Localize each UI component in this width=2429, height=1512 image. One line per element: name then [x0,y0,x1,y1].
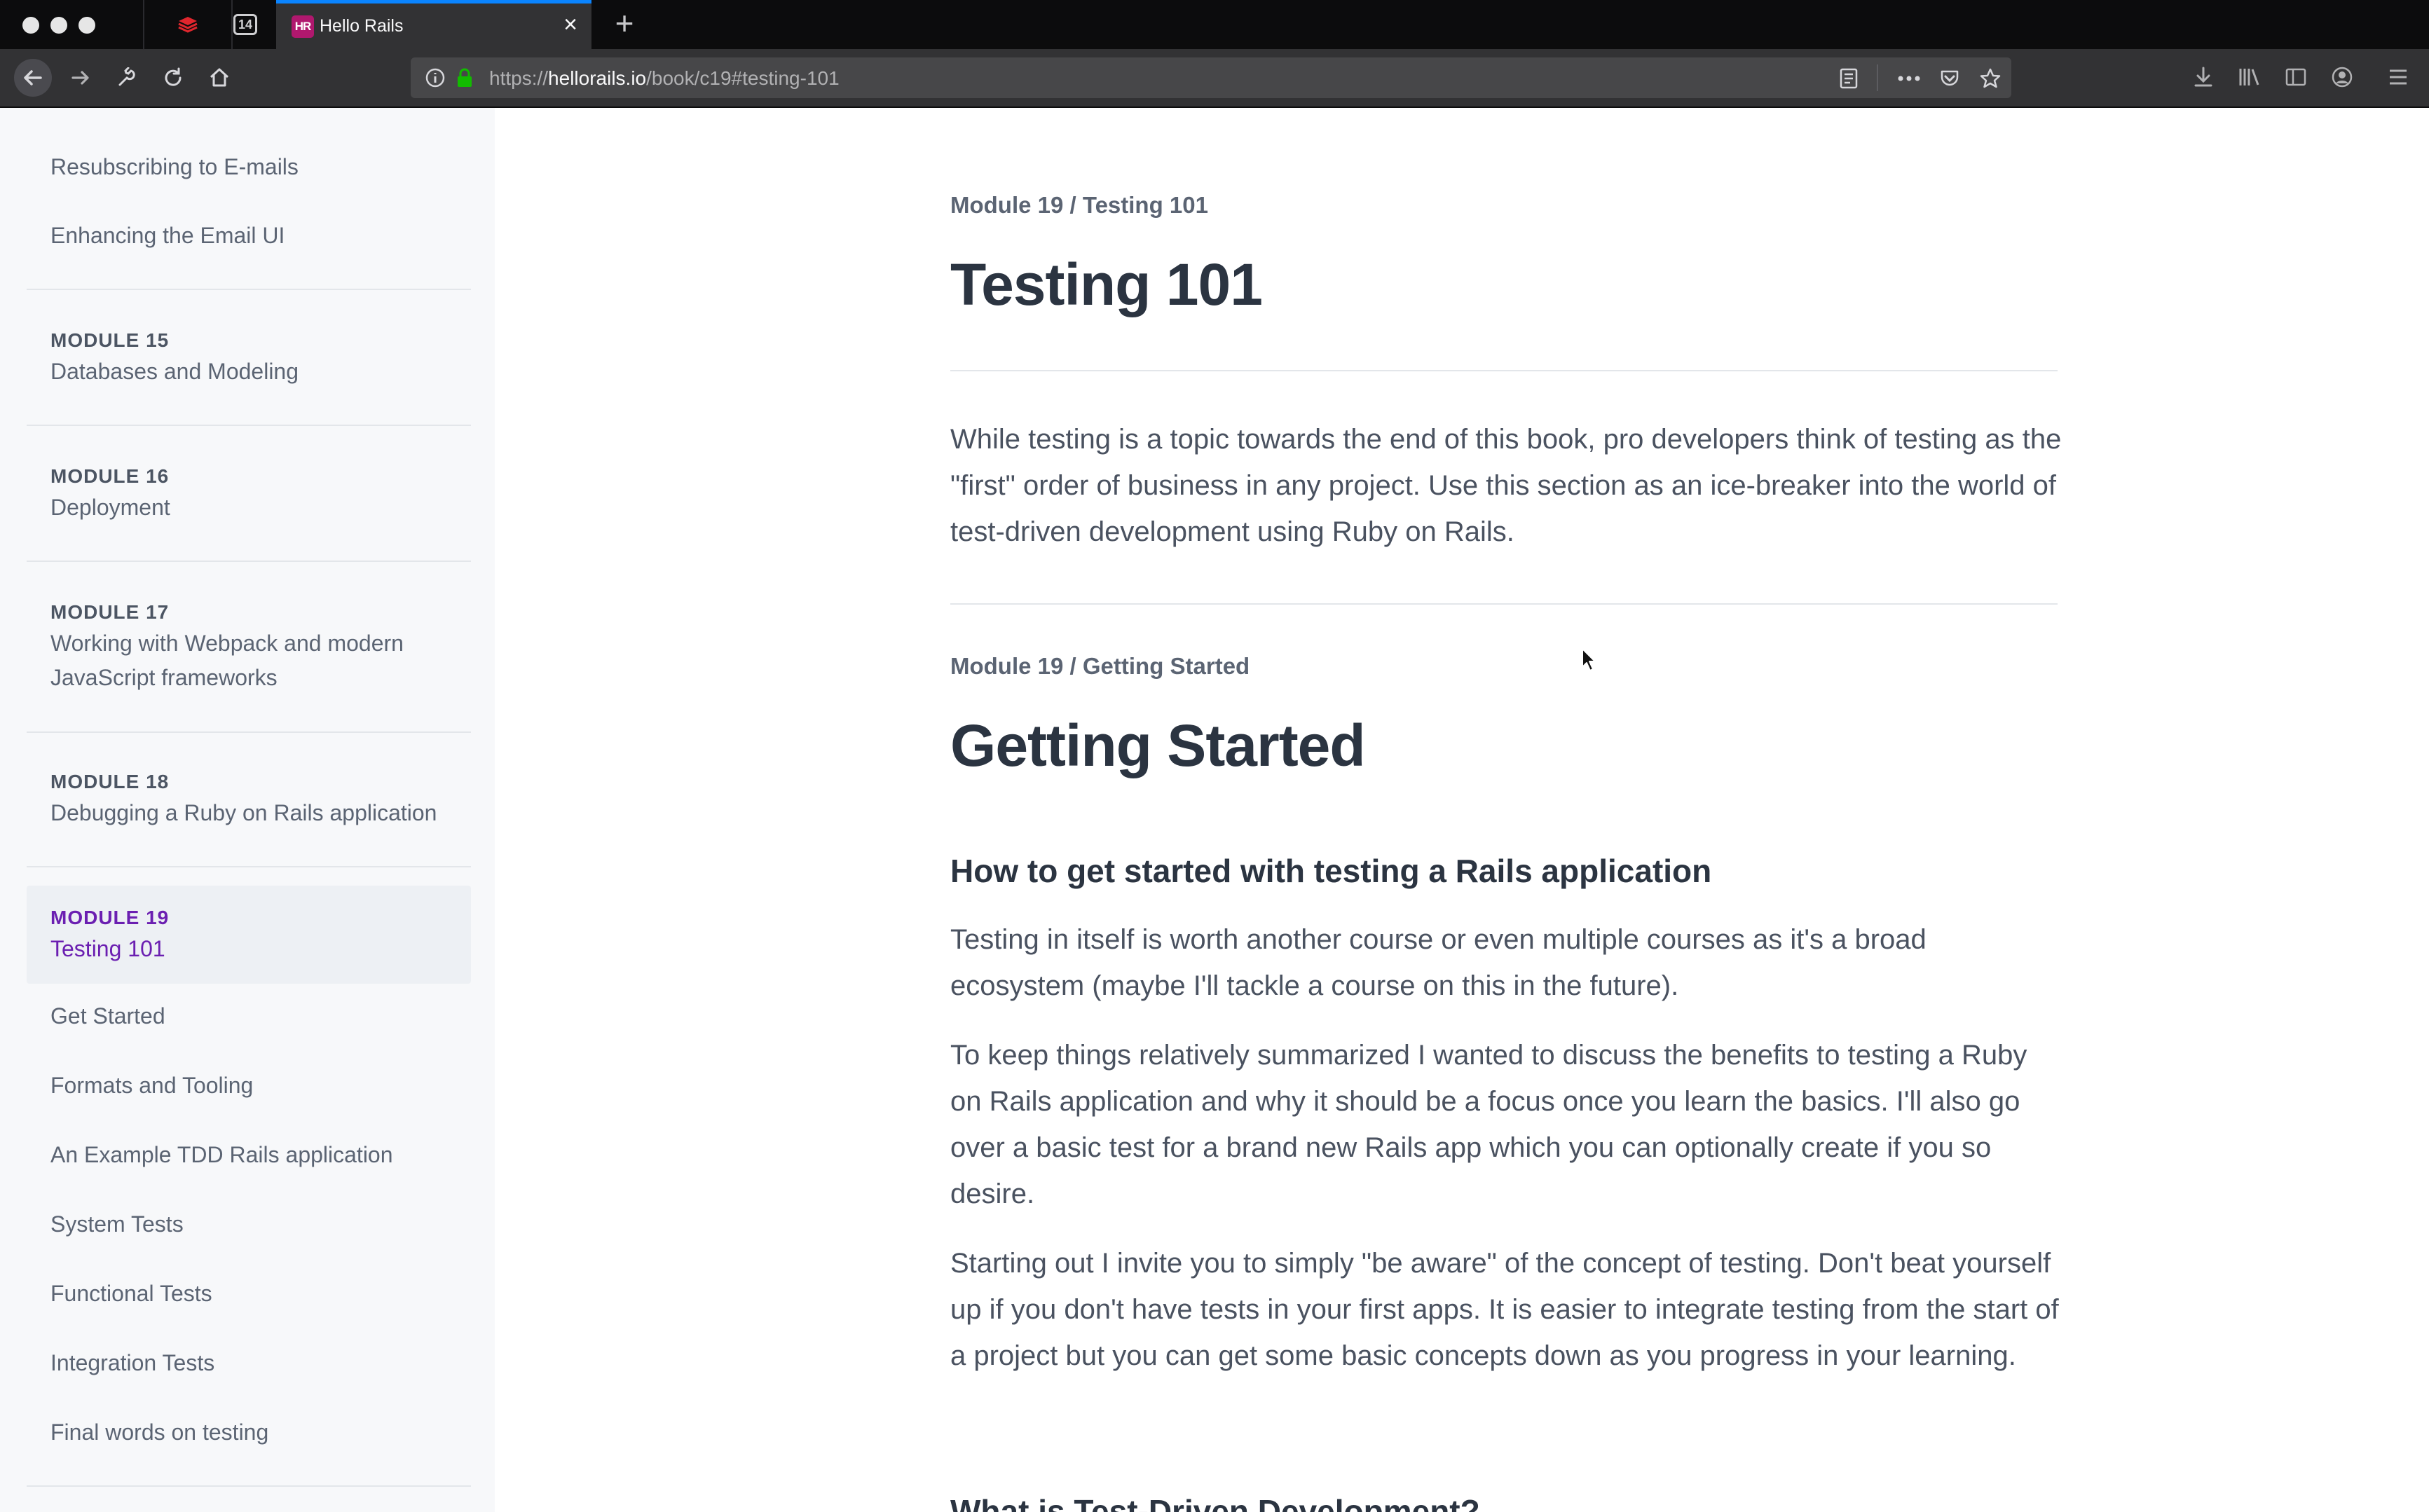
body-paragraph: Testing in itself is worth another cours… [950,924,1927,1001]
page-viewport: Resubscribing to E-mails Enhancing the E… [0,108,2429,1512]
tab-close-icon[interactable]: × [556,11,584,39]
sidebar-divider [27,866,471,867]
reader-view-icon[interactable] [1835,64,1863,92]
next-subheading: What is Test-Driven Development? [950,1493,1480,1512]
url-text[interactable]: https://hellorails.io/book/c19#testing-1… [489,67,840,90]
navigation-toolbar: https://hellorails.io/book/c19#testing-1… [0,49,2429,108]
sidebar-divider [27,561,471,562]
reload-icon[interactable] [154,59,192,97]
info-icon[interactable] [425,67,446,88]
home-icon[interactable] [200,59,238,97]
sidebar-divider [27,425,471,426]
stack-logo-icon [178,17,198,33]
library-icon[interactable] [2233,60,2266,94]
sidebar-divider [27,731,471,733]
sidebar-icon[interactable] [2279,60,2313,94]
module-17-title[interactable]: Working with Webpack and modern JavaScri… [50,626,457,695]
wrench-icon[interactable] [108,59,146,97]
module-18-title[interactable]: Debugging a Ruby on Rails application [50,796,471,830]
page-title: Testing 101 [950,252,1263,317]
module-18-label[interactable]: MODULE 18 [50,771,169,793]
lock-icon[interactable] [454,67,475,88]
course-sidebar: Resubscribing to E-mails Enhancing the E… [0,108,495,1512]
module-16-title[interactable]: Deployment [50,490,471,525]
sidebar-link-final-words[interactable]: Final words on testing [50,1420,268,1445]
sidebar-link-get-started[interactable]: Get Started [50,1003,165,1029]
sidebar-link-example-tdd[interactable]: An Example TDD Rails application [50,1142,393,1168]
tab-strip: 14 HR Hello Rails × + [0,0,2429,49]
module-19-title[interactable]: Testing 101 [50,932,471,966]
intro-paragraph: While testing is a topic towards the end… [950,424,2062,547]
body-paragraph: To keep things relatively summarized I w… [950,1040,2027,1209]
sidebar-link-resubscribing[interactable]: Resubscribing to E-mails [50,154,299,180]
sidebar-link-functional-tests[interactable]: Functional Tests [50,1281,212,1307]
close-window-button[interactable] [22,17,39,34]
zoom-window-button[interactable] [78,17,95,34]
subheading: How to get started with testing a Rails … [950,853,1712,889]
download-icon[interactable] [2187,60,2220,94]
module-16-label[interactable]: MODULE 16 [50,465,169,488]
minimize-window-button[interactable] [50,17,67,34]
bookmark-star-icon[interactable] [1976,64,2004,92]
breadcrumb: Module 19 / Getting Started [950,653,1250,679]
sidebar-link-system-tests[interactable]: System Tests [50,1211,184,1237]
module-15-title[interactable]: Databases and Modeling [50,355,471,389]
body-paragraph: Starting out I invite you to simply "be … [950,1248,2059,1371]
back-icon[interactable] [14,59,52,97]
new-tab-icon[interactable]: + [607,5,642,41]
mouse-cursor-icon [1582,648,1596,671]
url-bar[interactable]: https://hellorails.io/book/c19#testing-1… [411,57,2011,98]
module-17-label[interactable]: MODULE 17 [50,601,169,624]
active-tab[interactable]: HR Hello Rails × [276,0,591,49]
sidebar-link-enhancing-email-ui[interactable]: Enhancing the Email UI [50,223,285,249]
section-divider [950,370,2058,371]
pocket-icon[interactable] [1936,64,1964,92]
module-19-label[interactable]: MODULE 19 [50,907,169,929]
sidebar-divider [27,1485,471,1487]
menu-icon[interactable] [2381,60,2415,94]
section-title: Getting Started [950,713,1366,778]
forward-icon[interactable] [62,59,100,97]
module-15-label[interactable]: MODULE 15 [50,329,169,352]
sidebar-divider [27,289,471,290]
breadcrumb: Module 19 / Testing 101 [950,192,1208,218]
account-icon[interactable] [2325,60,2359,94]
calendar-icon: 14 [233,14,257,35]
sidebar-link-integration-tests[interactable]: Integration Tests [50,1350,214,1376]
section-divider [950,603,2058,605]
tab-title: Hello Rails [320,16,404,36]
sidebar-link-formats-tooling[interactable]: Formats and Tooling [50,1073,253,1099]
more-icon[interactable] [1895,64,1923,92]
hellorails-favicon-icon: HR [292,15,314,38]
